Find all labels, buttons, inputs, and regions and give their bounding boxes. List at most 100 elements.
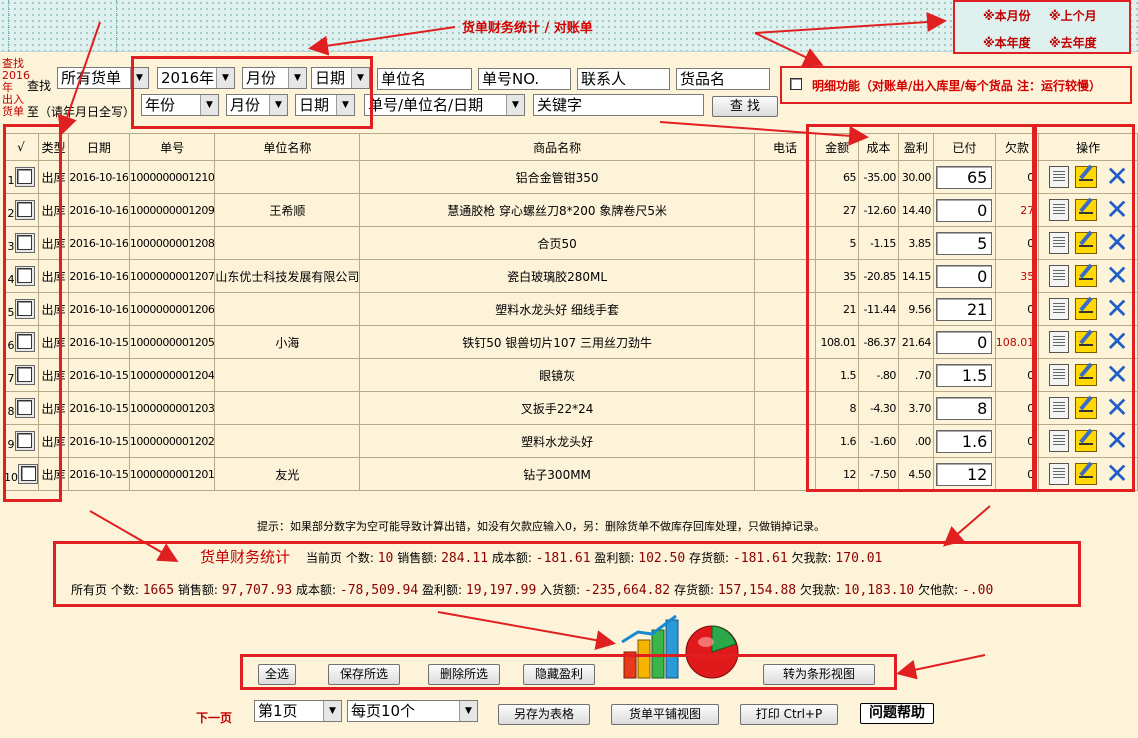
stat-label: 盈利额:: [594, 551, 635, 565]
flat-view-button[interactable]: 货单平铺视图: [611, 704, 719, 725]
save-selected-button[interactable]: 保存所选: [328, 664, 400, 685]
tip-text: 提示：如果部分数字为空可能导致计算出错，如没有欠款应输入0，另：删除货单不做库存…: [257, 520, 825, 533]
arrow-line: [896, 654, 986, 680]
page-select[interactable]: 第1页: [254, 700, 342, 722]
stat-label: 销售额:: [397, 551, 438, 565]
find-button[interactable]: 查 找: [712, 96, 778, 117]
side-label: 查找 2016 年 出入 货单: [2, 58, 30, 118]
cell-order-no: 1000000001206: [128, 292, 216, 326]
cell-date: 2016-10-16: [67, 193, 130, 227]
select-column-highlight: [3, 124, 62, 502]
stat-value: -235,664.82: [584, 583, 671, 598]
stat-label: 欠我款:: [791, 551, 832, 565]
stat-value: 10: [377, 551, 394, 566]
page-title: 货单财务统计 / 对账单: [462, 21, 593, 36]
cell-unit: 小海: [214, 325, 361, 359]
stats-title: 货单财务统计: [200, 548, 291, 566]
cell-order-no: 1000000001207: [128, 259, 216, 293]
cell-order-no: 1000000001202: [128, 424, 216, 458]
select-all-button[interactable]: 全选: [258, 664, 296, 685]
cell-goods: 塑料水龙头好 细线手套: [359, 292, 755, 326]
cell-order-no: 1000000001201: [128, 457, 216, 491]
help-button[interactable]: 问题帮助: [860, 703, 934, 724]
stat-label: 个数:: [110, 583, 139, 597]
next-page-link[interactable]: 下一页: [196, 709, 232, 726]
per-page-select[interactable]: 每页10个: [347, 700, 478, 722]
col-goods: 商品名称: [359, 133, 755, 161]
stat-value: 97,707.93: [221, 583, 293, 598]
arrow-line: [437, 611, 616, 651]
stat-value: 157,154.88: [717, 583, 797, 598]
stat-label: 成本额:: [491, 551, 532, 565]
arrow-line: [942, 505, 991, 547]
cell-goods: 铁钉50 银兽切片107 三用丝刀劲牛: [359, 325, 755, 359]
keyword-input[interactable]: 关键字: [533, 94, 704, 116]
period-this-month[interactable]: ※本月份: [983, 7, 1031, 24]
cell-unit: [214, 391, 361, 425]
cell-unit: [214, 292, 361, 326]
cell-goods: 钻子300MM: [359, 457, 755, 491]
cell-date: 2016-10-15: [67, 424, 130, 458]
cell-goods: 叉扳手22*24: [359, 391, 755, 425]
search-field-select[interactable]: 单号/单位名/日期: [364, 94, 525, 116]
cell-goods: 眼镜灰: [359, 358, 755, 392]
cell-order-no: 1000000001208: [128, 226, 216, 260]
period-panel: ※本月份 ※上个月 ※本年度 ※去年度: [953, 0, 1131, 54]
cell-date: 2016-10-16: [67, 226, 130, 260]
stat-value: -.00: [961, 583, 994, 598]
band-divider: [116, 0, 117, 52]
unit-name-input[interactable]: 单位名: [377, 68, 472, 90]
stat-label: 个数:: [345, 551, 374, 565]
col-date: 日期: [67, 133, 130, 161]
cell-order-no: 1000000001204: [128, 358, 216, 392]
range-label: 至（请年月日全写）: [27, 105, 136, 119]
stat-value: 284.11: [441, 551, 489, 566]
col-unit: 单位名称: [214, 133, 361, 161]
date-highlight-box: [131, 56, 373, 129]
stat-label: 存货额:: [689, 551, 730, 565]
stats-all-pages: 所有页 个数: 1665 销售额: 97,707.93 成本额: -78,509…: [71, 581, 993, 598]
col-order-no: 单号: [128, 133, 216, 161]
period-this-year[interactable]: ※本年度: [983, 34, 1031, 51]
cell-order-no: 1000000001210: [128, 160, 216, 194]
cell-unit: 友光: [214, 457, 361, 491]
stat-label: 盈利额:: [422, 583, 463, 597]
cell-unit: [214, 358, 361, 392]
stat-value: 102.50: [638, 551, 686, 566]
cell-unit: 王希顺: [214, 193, 361, 227]
stat-label: 入货额:: [540, 583, 581, 597]
stat-value: -78,509.94: [339, 583, 419, 598]
contact-input[interactable]: 联系人: [577, 68, 670, 90]
stat-value: -181.61: [535, 551, 591, 566]
stat-label: 销售额:: [177, 583, 218, 597]
detail-checkbox[interactable]: [790, 76, 802, 90]
stat-value: 19,197.99: [465, 583, 537, 598]
cell-date: 2016-10-15: [67, 457, 130, 491]
order-number-input[interactable]: 单号NO.: [478, 68, 571, 90]
stat-label: 所有页: [71, 583, 108, 597]
goods-name-input[interactable]: 货品名: [676, 68, 770, 90]
stat-value: 170.01: [835, 551, 883, 566]
money-columns-highlight: [806, 124, 1035, 492]
stats-current-page: 当前页 个数: 10 销售额: 284.11 成本额: -181.61 盈利额:…: [306, 549, 882, 566]
cell-unit: [214, 160, 361, 194]
side-label-line: 货单: [2, 105, 24, 118]
cell-goods: 合页50: [359, 226, 755, 260]
cell-order-no: 1000000001209: [128, 193, 216, 227]
print-button[interactable]: 打印 Ctrl+P: [740, 704, 838, 725]
cell-order-no: 1000000001203: [128, 391, 216, 425]
cell-goods: 慧通胶枪 穿心螺丝刀8*200 象牌卷尺5米: [359, 193, 755, 227]
hide-profit-button[interactable]: 隐藏盈利: [523, 664, 595, 685]
delete-selected-button[interactable]: 删除所选: [428, 664, 500, 685]
cell-unit: [214, 424, 361, 458]
actions-column-highlight: [1034, 124, 1135, 492]
period-last-month[interactable]: ※上个月: [1049, 7, 1097, 24]
period-last-year[interactable]: ※去年度: [1049, 34, 1097, 51]
cell-unit: 山东优士科技发展有限公司: [214, 259, 361, 293]
cell-date: 2016-10-15: [67, 391, 130, 425]
stat-label: 欠他款:: [918, 583, 959, 597]
save-table-button[interactable]: 另存为表格: [498, 704, 590, 725]
cell-unit: [214, 226, 361, 260]
bar-view-button[interactable]: 转为条形视图: [763, 664, 875, 685]
stat-label: 成本额:: [296, 583, 337, 597]
